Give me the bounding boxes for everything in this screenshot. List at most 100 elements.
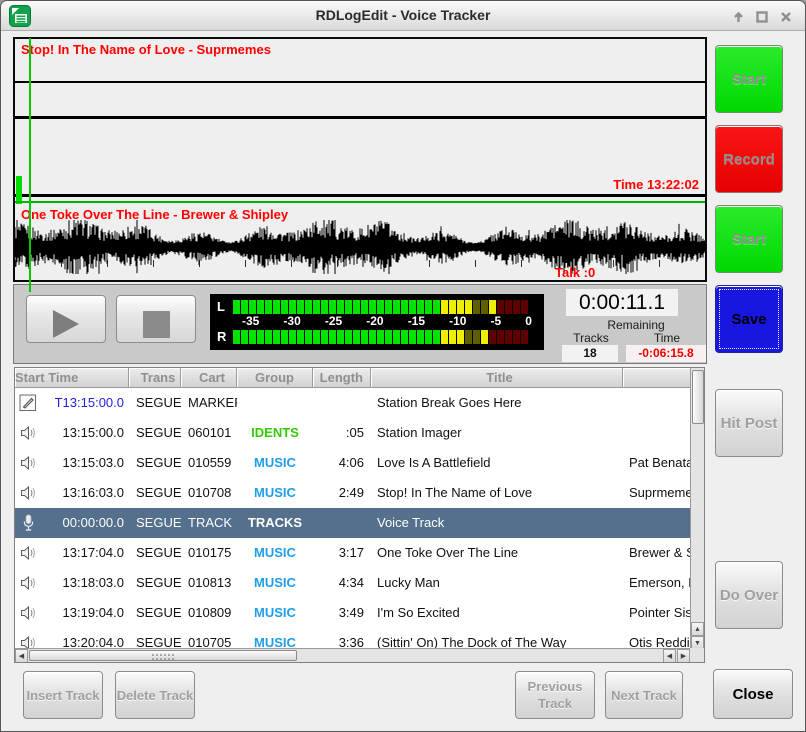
vu-segment	[513, 300, 520, 314]
column-header-title[interactable]: Title	[371, 368, 623, 388]
vu-segment	[441, 330, 448, 344]
vu-segment	[521, 300, 528, 314]
record-button[interactable]: Record	[715, 125, 783, 193]
start-previous-button[interactable]: Start	[715, 45, 783, 113]
column-header-cart[interactable]: Cart	[181, 368, 237, 388]
vu-segment	[521, 330, 528, 344]
vu-segment	[353, 300, 360, 314]
memo-icon	[15, 388, 41, 418]
play-button[interactable]	[26, 295, 106, 343]
title-cell: One Toke Over The Line	[371, 538, 623, 568]
scroll-left-button[interactable]: ◀	[15, 649, 28, 663]
column-header-trans[interactable]: Trans	[129, 368, 181, 388]
close-button[interactable]: Close	[713, 669, 793, 719]
vu-segment	[329, 330, 336, 344]
meter-scale-label: -10	[449, 314, 466, 328]
transition-cell: SEGUE	[129, 598, 181, 628]
group-cell: IDENTS	[237, 418, 313, 448]
column-header-length[interactable]: Length	[313, 368, 371, 388]
start-time: 13:17:04.0	[41, 538, 129, 568]
length-cell: :05	[313, 418, 371, 448]
length-cell	[313, 508, 371, 538]
vu-segment	[321, 330, 328, 344]
shade-window-button[interactable]	[729, 8, 747, 26]
microphone-icon	[15, 508, 41, 538]
meter-scale-label: -30	[283, 314, 300, 328]
title-cell: Station Imager	[371, 418, 623, 448]
column-header-group[interactable]: Group	[237, 368, 313, 388]
cart-cell: MARKER	[181, 388, 237, 418]
vu-segment	[409, 330, 416, 344]
vu-segment	[257, 330, 264, 344]
vu-segment	[409, 300, 416, 314]
playback-cursor	[29, 38, 31, 292]
vertical-scrollbar[interactable]: ▲ ▼	[690, 368, 704, 650]
vu-segment	[329, 300, 336, 314]
next-track-button[interactable]: Next Track	[605, 671, 683, 719]
scroll-right-button[interactable]: ▶	[677, 649, 690, 663]
save-button[interactable]: Save	[715, 285, 783, 353]
transition-cell: SEGUE	[129, 418, 181, 448]
start-time: T13:15:00.0	[41, 388, 129, 418]
vu-segment	[361, 330, 368, 344]
vu-segment	[497, 330, 504, 344]
vu-segment	[289, 300, 296, 314]
maximize-window-button[interactable]	[753, 8, 771, 26]
vertical-scrollbar-thumb[interactable]	[692, 370, 704, 424]
stop-button[interactable]	[116, 295, 196, 343]
log-row[interactable]: 13:15:00.0SEGUE060101IDENTS:05Station Im…	[15, 418, 705, 448]
delete-track-button[interactable]: Delete Track	[115, 671, 195, 719]
meter-scale-label: -35	[242, 314, 259, 328]
vu-segment	[481, 300, 488, 314]
meter-scale-label: 0	[525, 314, 532, 328]
horizontal-scrollbar-thumb[interactable]	[29, 650, 297, 661]
insert-track-button[interactable]: Insert Track	[23, 671, 103, 719]
vu-segment	[345, 330, 352, 344]
log-row[interactable]: 13:15:03.0SEGUE010559MUSIC4:06Love Is A …	[15, 448, 705, 478]
log-row[interactable]: T13:15:00.0SEGUEMARKERStation Break Goes…	[15, 388, 705, 418]
segue-marker-line	[15, 201, 705, 203]
hit-post-button[interactable]: Hit Post	[715, 389, 783, 457]
speaker-icon	[15, 568, 41, 598]
vu-segment	[505, 330, 512, 344]
do-over-button[interactable]: Do Over	[715, 561, 783, 629]
log-event-table: Start TimeTransCartGroupLengthTitle T13:…	[14, 367, 705, 663]
meter-scale-label: -15	[408, 314, 425, 328]
cart-cell: 010559	[181, 448, 237, 478]
log-row[interactable]: 13:19:04.0SEGUE010809MUSIC3:49I'm So Exc…	[15, 598, 705, 628]
close-window-button[interactable]	[777, 8, 795, 26]
transition-cell: SEGUE	[129, 538, 181, 568]
vu-segment	[513, 330, 520, 344]
cart-cell: TRACK	[181, 508, 237, 538]
vu-segment	[281, 300, 288, 314]
previous-track-button[interactable]: Previous Track	[515, 671, 595, 719]
log-row-selected[interactable]: 00:00:00.0SEGUETRACKTRACKSVoice Track	[15, 508, 705, 538]
start-next-button[interactable]: Start	[715, 205, 783, 273]
vu-segment	[449, 330, 456, 344]
scroll-left-button-2[interactable]: ◀	[663, 649, 676, 663]
column-header-start-time[interactable]: Start Time	[15, 368, 129, 388]
title-cell: Lucky Man	[371, 568, 623, 598]
speaker-icon	[15, 538, 41, 568]
log-row[interactable]: 13:17:04.0SEGUE010175MUSIC3:17One Toke O…	[15, 538, 705, 568]
start-time-cell: 13:17:04.0	[15, 538, 129, 568]
log-row[interactable]: 13:18:03.0SEGUE010813MUSIC4:34Lucky ManE…	[15, 568, 705, 598]
vu-segment	[433, 300, 440, 314]
horizontal-scrollbar[interactable]: ◀ ◀ ▶	[15, 648, 691, 662]
time-label: Time 13:22:02	[613, 177, 699, 192]
start-time: 13:16:03.0	[41, 478, 129, 508]
log-row[interactable]: 13:16:03.0SEGUE010708MUSIC2:49Stop! In T…	[15, 478, 705, 508]
start-time-cell: 00:00:00.0	[15, 508, 129, 538]
vu-segment	[441, 300, 448, 314]
start-time-cell: 13:15:03.0	[15, 448, 129, 478]
vu-segment	[369, 330, 376, 344]
start-time: 13:18:03.0	[41, 568, 129, 598]
vu-segment	[281, 330, 288, 344]
vu-segment	[489, 330, 496, 344]
start-time: 13:15:00.0	[41, 418, 129, 448]
vu-segment	[497, 300, 504, 314]
scroll-up-button[interactable]: ▲	[691, 622, 704, 636]
cart-cell: 060101	[181, 418, 237, 448]
right-channel-label: R	[217, 329, 226, 344]
talk-time-label: Talk :0	[555, 265, 595, 280]
